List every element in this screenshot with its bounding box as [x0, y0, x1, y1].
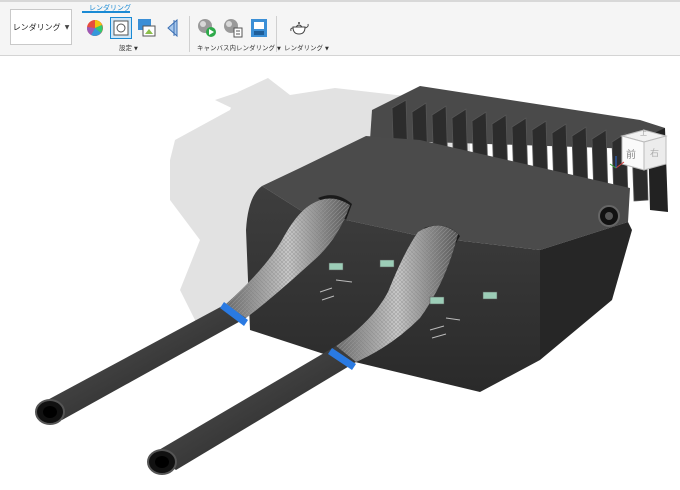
chevron-down-icon: ▼ [277, 46, 281, 52]
group-divider [189, 16, 190, 52]
tab-active-indicator [82, 11, 130, 13]
scene-settings-icon[interactable] [110, 17, 132, 39]
canvas-viewport[interactable]: 上 前 右 [0, 56, 680, 490]
workspace-selector[interactable]: レンダリング ▼ [10, 9, 72, 45]
appearance-icon[interactable] [84, 17, 106, 39]
in-canvas-render-group-label[interactable]: キャンバス内レンダリング ▼ [197, 42, 281, 52]
chevron-down-icon: ▼ [325, 46, 329, 52]
render-group-label[interactable]: レンダリング ▼ [284, 42, 329, 52]
chevron-down-icon: ▼ [134, 46, 138, 52]
settings-group-text: 設定 [119, 44, 132, 52]
capture-image-icon[interactable] [248, 17, 270, 39]
viewcube-top-label: 上 [640, 129, 647, 137]
view-cube[interactable]: 上 前 右 [608, 126, 670, 176]
toolbar: レンダリング ▼ レンダリング 設定 ▼ キャンバス内レンダリング ▼ レンダリ… [0, 0, 680, 56]
turret-model [35, 78, 668, 475]
teapot-render-icon[interactable] [288, 17, 310, 39]
right-barrel [147, 346, 356, 475]
workspace-label: レンダリング [12, 22, 61, 32]
settings-group-label[interactable]: 設定 ▼ [119, 42, 138, 52]
texture-map-icon[interactable] [136, 17, 158, 39]
viewcube-right-label: 右 [650, 149, 660, 159]
render-group-text: レンダリング [284, 44, 323, 52]
chevron-down-icon: ▼ [64, 23, 70, 31]
left-barrel [35, 302, 248, 425]
start-render-icon[interactable] [196, 17, 218, 39]
title-strip [0, 0, 680, 2]
group-divider [276, 16, 277, 52]
render-settings-icon[interactable] [222, 17, 244, 39]
in-canvas-render-group-text: キャンバス内レンダリング [197, 44, 275, 52]
decal-icon[interactable] [162, 17, 184, 39]
viewcube-front-label: 前 [626, 150, 636, 161]
